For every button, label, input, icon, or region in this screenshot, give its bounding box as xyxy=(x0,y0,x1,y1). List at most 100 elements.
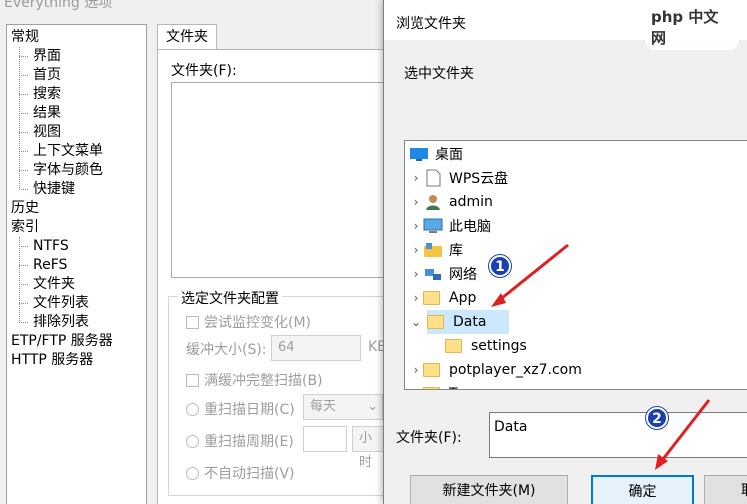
tree-connector xyxy=(19,322,28,323)
tree-connector xyxy=(19,265,28,266)
folders-list[interactable] xyxy=(171,82,391,278)
tree-connector xyxy=(19,246,28,247)
monitor-changes-checkbox[interactable]: 尝试监控变化(M) xyxy=(186,312,311,332)
folder-tree-label: admin xyxy=(449,194,493,210)
chevron-right-icon[interactable]: › xyxy=(409,171,423,185)
folder-tree-label: App xyxy=(449,290,477,306)
no-auto-scan-label: 不自动扫描(V) xyxy=(204,466,295,482)
chevron-right-icon[interactable]: › xyxy=(409,387,423,389)
tree-child-item[interactable]: 文件列表 xyxy=(33,294,89,312)
folder-tree-label: WPS云盘 xyxy=(449,171,509,187)
folder-tree-row[interactable]: › 此电脑 xyxy=(409,214,491,238)
tree-connector xyxy=(19,284,28,285)
folder-icon xyxy=(423,385,443,389)
rescan-date-value: 每天 xyxy=(310,399,337,414)
computer-icon xyxy=(423,217,443,235)
tree-child-item[interactable]: 快捷键 xyxy=(33,180,75,198)
step-badge-1: 1 xyxy=(489,255,511,277)
chevron-down-icon[interactable]: ⌄ xyxy=(409,315,423,329)
folder-config-title: 选定文件夹配置 xyxy=(178,288,282,308)
user-icon xyxy=(423,193,443,211)
rescan-date-select[interactable]: 每天 ⌄ xyxy=(303,394,383,420)
folder-tree-row[interactable]: › potplayer_xz7.com xyxy=(409,358,582,382)
dialog-instruction: 选中文件夹 xyxy=(404,66,474,82)
checkbox-icon xyxy=(186,373,199,387)
tree-connector xyxy=(19,56,28,57)
folder-icon xyxy=(445,337,465,355)
network-icon xyxy=(423,265,443,283)
tree-child-item[interactable]: 首页 xyxy=(33,66,61,84)
buffer-size-label: 缓冲大小(S): xyxy=(186,342,267,358)
folder-icon xyxy=(427,313,447,331)
chevron-right-icon[interactable]: › xyxy=(409,363,423,377)
folder-tree-row[interactable]: › admin xyxy=(409,190,493,214)
browse-folder-dialog: 浏览文件夹 选中文件夹 桌面 › WPS云盘 › admin › 此电脑 › 库 › 网络 › App ⌄… xyxy=(383,0,747,504)
folder-tree-row[interactable]: ⌄ Data xyxy=(411,310,509,334)
options-tree[interactable]: 常规 界面 首页 搜索 结果 视图 上下文菜单 字体与颜色 快捷键 历史 索引 NTFS ReFS 文件夹… xyxy=(6,24,147,504)
document-icon xyxy=(423,169,443,187)
tree-child-item[interactable]: NTFS xyxy=(33,237,69,255)
checkbox-icon xyxy=(186,315,199,329)
folder-icon xyxy=(423,361,443,379)
buffer-size-input[interactable]: 64 xyxy=(271,335,361,361)
chevron-right-icon[interactable]: › xyxy=(409,267,423,281)
new-folder-button[interactable]: 新建文件夹(M) xyxy=(410,475,568,504)
tree-child-item[interactable]: 字体与颜色 xyxy=(33,161,103,179)
tree-child-item[interactable]: 界面 xyxy=(33,47,61,65)
ok-button[interactable]: 确定 xyxy=(591,475,694,504)
radio-icon xyxy=(186,402,199,416)
rescan-period-label: 重扫描周期(E) xyxy=(204,434,294,450)
chevron-right-icon[interactable]: › xyxy=(409,219,423,233)
dialog-title: 浏览文件夹 xyxy=(396,16,466,32)
folder-tree-row[interactable]: 桌面 xyxy=(409,142,463,166)
tree-child-item[interactable]: ReFS xyxy=(33,256,67,274)
rescan-period-unit[interactable]: 小时 xyxy=(352,426,384,470)
tree-child-item[interactable]: 视图 xyxy=(33,123,61,141)
chevron-down-icon: ⌄ xyxy=(367,399,378,414)
tree-group-item[interactable]: 常规 xyxy=(11,28,39,46)
full-rescan-checkbox[interactable]: 满缓冲完整扫描(B) xyxy=(186,370,323,390)
cancel-button[interactable]: 取 xyxy=(704,475,747,504)
tree-connector xyxy=(19,151,28,152)
rescan-date-radio[interactable]: 重扫描日期(C) xyxy=(186,399,295,419)
desktop-icon xyxy=(409,145,429,163)
tree-connector xyxy=(19,189,28,190)
chevron-right-icon[interactable]: › xyxy=(409,243,423,257)
folders-label: 文件夹(F): xyxy=(171,63,237,79)
watermark: php 中文网 xyxy=(645,0,745,50)
chevron-right-icon[interactable]: › xyxy=(409,291,423,305)
folder-tree[interactable]: 桌面 › WPS云盘 › admin › 此电脑 › 库 › 网络 › App ⌄ Data settings… xyxy=(404,140,747,390)
folder-tree-row[interactable]: settings xyxy=(431,334,527,358)
folder-field-input[interactable]: Data xyxy=(489,412,747,458)
rescan-period-input[interactable] xyxy=(303,426,347,452)
tab-folders[interactable]: 文件夹 xyxy=(157,24,217,50)
tree-group-item[interactable]: 索引 xyxy=(11,218,39,236)
folder-field-label: 文件夹(F): xyxy=(396,430,462,446)
folder-tree-row[interactable]: › 库 xyxy=(409,238,463,262)
tree-child-item[interactable]: 上下文菜单 xyxy=(33,142,103,160)
rescan-period-radio[interactable]: 重扫描周期(E) xyxy=(186,431,294,451)
folder-tree-row[interactable]: ›T xyxy=(409,382,458,389)
tree-group-item[interactable]: ETP/FTP 服务器 xyxy=(11,332,113,350)
folder-tree-row[interactable]: › WPS云盘 xyxy=(409,166,508,190)
tree-connector xyxy=(19,94,28,95)
tree-child-item[interactable]: 排除列表 xyxy=(33,313,89,331)
radio-icon xyxy=(186,466,199,480)
folder-tree-label: T xyxy=(449,386,458,389)
tree-child-item[interactable]: 搜索 xyxy=(33,85,61,103)
tree-connector xyxy=(19,47,20,190)
tree-connector xyxy=(19,237,20,323)
folder-tree-row[interactable]: › App xyxy=(409,286,477,310)
tree-group-item[interactable]: 历史 xyxy=(11,199,39,217)
folder-tree-row[interactable]: › 网络 xyxy=(409,262,477,286)
folder-tree-label: Data xyxy=(453,314,487,330)
folder-tree-label: 此电脑 xyxy=(449,219,491,235)
folder-tree-label: 库 xyxy=(449,243,463,259)
no-auto-scan-radio[interactable]: 不自动扫描(V) xyxy=(186,463,295,483)
library-icon xyxy=(423,241,443,259)
chevron-right-icon[interactable]: › xyxy=(409,195,423,209)
tree-child-item[interactable]: 文件夹 xyxy=(33,275,75,293)
tree-child-item[interactable]: 结果 xyxy=(33,104,61,122)
watermark-text: php 中文网 xyxy=(645,4,739,50)
tree-group-item[interactable]: HTTP 服务器 xyxy=(11,351,93,369)
